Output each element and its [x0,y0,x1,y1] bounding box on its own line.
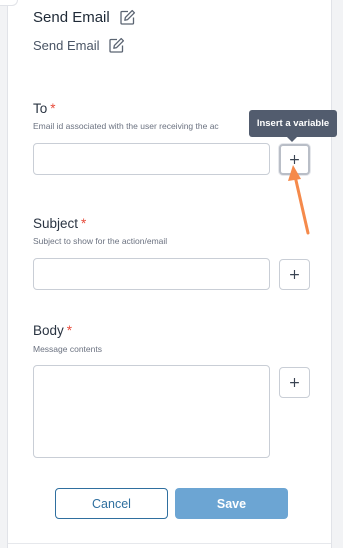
body-textarea[interactable] [33,365,270,458]
title-row: Send Email [33,8,136,26]
cancel-button[interactable]: Cancel [55,488,168,519]
subject-insert-variable-button[interactable]: + [279,259,310,290]
edit-subtitle-icon[interactable] [108,37,125,54]
body-hint: Message contents [33,344,102,354]
edit-title-icon[interactable] [119,9,136,26]
subject-label-text: Subject [33,216,79,231]
panel-corner-tab [0,0,18,6]
subject-input[interactable] [33,258,270,290]
to-input[interactable] [33,143,270,175]
required-marker: * [66,323,73,338]
page-title: Send Email [33,8,110,26]
subject-label: Subject * [33,216,86,231]
body-label-text: Body [33,323,64,338]
save-button[interactable]: Save [175,488,288,519]
subject-hint: Subject to show for the action/email [33,236,168,246]
tooltip-pointer [287,137,297,142]
page-subtitle: Send Email [33,37,100,53]
to-hint: Email id associated with the user receiv… [33,121,219,131]
subtitle-row: Send Email [33,36,125,54]
annotation-arrow-icon [288,165,310,235]
right-panel-edge [331,0,343,548]
to-label: To * [33,101,56,116]
body-label: Body * [33,323,72,338]
insert-variable-tooltip: Insert a variable [249,110,337,137]
to-label-text: To [33,101,48,116]
body-insert-variable-button[interactable]: + [279,367,310,398]
left-panel-edge [0,0,8,548]
required-marker: * [81,216,87,231]
footer-divider [8,543,331,544]
required-marker: * [50,101,56,116]
